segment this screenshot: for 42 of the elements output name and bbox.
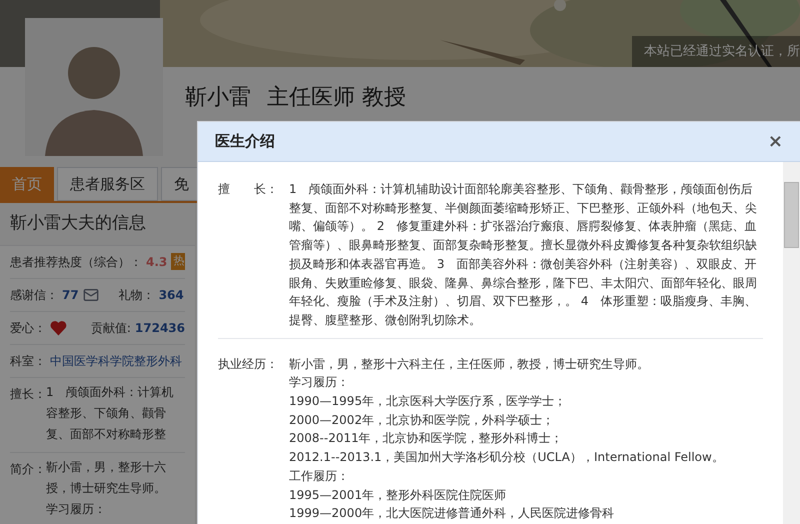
section-text: 1995—2001年，整形外科医院住院医师 xyxy=(289,486,508,504)
section-text: 学习履历： xyxy=(289,374,350,392)
contribution-value: 172436 xyxy=(134,320,185,336)
field-text: 靳小雷，男，整形十六 xyxy=(46,458,166,476)
verification-notice: 本站已经通过实名认证，所 xyxy=(644,42,800,61)
gifts-count: 364 xyxy=(158,286,184,304)
tab[interactable]: 患者服务区 xyxy=(57,167,158,201)
gifts-label: 礼物： xyxy=(118,286,155,304)
section-label: 擅 长： xyxy=(218,181,279,198)
field-text: 复、面部不对称畸形整 xyxy=(46,426,167,442)
department-label: 科室： xyxy=(10,352,46,370)
panel-title: 靳小雷大夫的信息 xyxy=(10,213,146,233)
scrollbar-thumb[interactable] xyxy=(784,182,799,248)
hot-badge: 热 xyxy=(171,253,185,270)
heart-icon xyxy=(50,320,67,336)
dialog-title: 医生介绍 xyxy=(215,131,275,152)
rating-label: 患者推荐热度（综合）： xyxy=(10,254,142,270)
section-text: 1 颅颌面外科：计算机辅助设计面部轮廓美容整形、下颌角、颧骨整形，颅颌面创伤后整复、面部不对称畸形整复、半侧颜面萎缩畸形矫正、下巴整形、正颌外科（地包天、尖嘴、偏颌等）。 2 修复重建外科：扩张器治疗瘢痕、唇腭裂修复、体表肿瘤（黑痣、血管瘤等）、眼鼻畸形整复、面部复杂畸形整复。擅长显微外科皮瓣修复各种复杂软组织缺损及畸形和体表器官再造。 3 面部美容外科：微创美容外科（注射美容）、双眼皮、开眼角、失败重睑修复、眼袋、隆鼻、鼻综合整形，隆下巴、丰太阳穴、面部年轻化、眼周年轻化、瘦脸（手术及注射）、切眉、双下巴整形，。 4 体形重塑：吸脂瘦身、丰胸、提臀、腹壁整形、微创附乳切除术。 xyxy=(289,181,758,329)
doctor-name: 靳小雷 xyxy=(185,84,251,112)
contribution-label: 贡献值: xyxy=(90,320,131,336)
field-text: 授，博士研究生导师。 xyxy=(46,480,166,496)
field-label: 擅长： xyxy=(10,386,46,402)
envelope-icon xyxy=(82,286,99,302)
section-text: 2008--2011年，北京协和医学院，整形外科博士； xyxy=(289,430,564,448)
section-label: 执业经历： xyxy=(218,356,279,373)
field-text: 学习履历： xyxy=(46,500,107,518)
love-label: 爱心： xyxy=(10,320,46,336)
section-text: 1999—2000年，北大医院进修普通外科，人民医院进修骨科 xyxy=(289,505,616,522)
section-text: 工作履历： xyxy=(289,468,350,485)
section-text: 2012.1--2013.1，美国加州大学洛杉矶分校（UCLA），International Fellow。 xyxy=(289,449,725,466)
department-link[interactable]: 中国医学科学院整形外科 xyxy=(50,352,182,370)
thanks-label: 感谢信： xyxy=(10,286,58,304)
rating-value: 4.3 xyxy=(146,254,168,270)
doctor-titles: 主任医师 教授 xyxy=(267,84,406,112)
section-text: 靳小雷，男，整形十六科主任，主任医师，教授，博士研究生导师。 xyxy=(289,356,650,373)
field-label: 简介： xyxy=(10,460,46,478)
thanks-count: 77 xyxy=(62,286,79,304)
field-text: 容整形、下颌角、颧骨 xyxy=(46,404,167,422)
section-text: 2000—2002年，北京协和医学院，外科学硕士； xyxy=(289,412,556,429)
field-text: 1 颅颌面外科：计算机 xyxy=(46,384,174,400)
close-button[interactable]: × xyxy=(768,128,783,155)
section-text: 1990—1995年，北京医科大学医疗系，医学学士； xyxy=(289,393,568,410)
